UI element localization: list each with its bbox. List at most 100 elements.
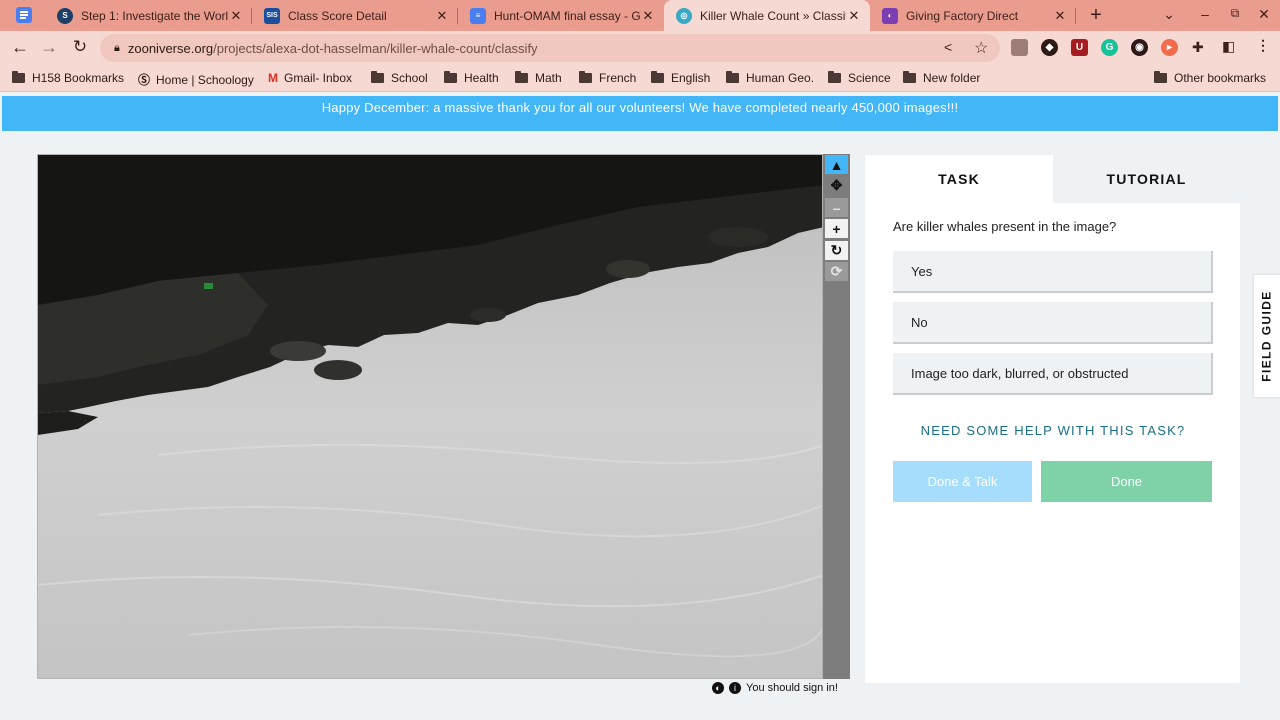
tab-task[interactable]: TASK [865, 155, 1053, 203]
bookmark-item[interactable]: H158 Bookmarks [12, 71, 124, 85]
back-icon[interactable]: ← [9, 37, 31, 59]
bookmark-folder[interactable]: Science [828, 71, 891, 85]
bookmark-folder[interactable]: French [579, 71, 636, 85]
menu-icon[interactable]: ⋮ [1256, 37, 1270, 54]
tab-separator [1075, 8, 1076, 24]
contrast-icon[interactable]: ◐ [712, 682, 724, 694]
done-and-talk-button[interactable]: Done & Talk [893, 461, 1032, 502]
side-panel-icon[interactable]: ◧ [1222, 38, 1235, 55]
close-tab-icon[interactable]: ✕ [1052, 8, 1068, 24]
bookmark-folder[interactable]: English [651, 71, 710, 85]
url-host: zooniverse.org [127, 40, 214, 56]
apps-icon [12, 71, 25, 83]
bookmark-item[interactable]: M Gmail- Inbox [268, 71, 352, 85]
star-icon[interactable]: ☆ [974, 38, 988, 58]
subject-image-viewer[interactable] [37, 154, 823, 679]
bookmark-label: Home | Schoology [156, 72, 254, 87]
tab-title: Giving Factory Direct [906, 8, 1019, 23]
folder-icon [651, 71, 664, 83]
zoom-out-icon[interactable]: – [825, 198, 848, 217]
browser-tab[interactable]: SIS Class Score Detail ✕ [252, 0, 458, 31]
tab-title: Class Score Detail [288, 8, 387, 23]
extension-icon[interactable]: ◉ [1131, 39, 1148, 56]
browser-toolbar: ← → ↻ 🔒︎ zooniverse.org/projects/alexa-d… [0, 31, 1280, 65]
folder-icon [444, 71, 457, 83]
tab-search-icon[interactable]: ⌄ [1160, 6, 1178, 23]
browser-tab[interactable]: ≡ Hunt-OMAM final essay - Goo ✕ [458, 0, 664, 31]
reload-icon[interactable]: ↻ [69, 37, 91, 59]
folder-icon [726, 71, 739, 83]
answer-no-button[interactable]: No [893, 302, 1213, 344]
bookmark-label: English [671, 71, 711, 85]
close-tab-icon[interactable]: ✕ [640, 8, 656, 24]
folder-icon [579, 71, 592, 83]
tab-title: Hunt-OMAM final essay - Goo [494, 8, 640, 23]
gmail-icon: M [268, 71, 278, 85]
docs-app-icon[interactable] [16, 7, 32, 23]
giving-icon: ◐ [882, 7, 898, 24]
other-bookmarks[interactable]: Other bookmarks [1154, 71, 1266, 85]
address-bar[interactable]: 🔒︎ zooniverse.org/projects/alexa-dot-has… [100, 34, 1000, 62]
bookmark-folder[interactable]: School [371, 71, 428, 85]
bookmark-label: Human Geo. [746, 71, 815, 85]
bookmark-folder[interactable]: Math [515, 71, 562, 85]
task-panel: TASK TUTORIAL Are killer whales present … [865, 155, 1240, 683]
grammarly-icon[interactable]: G [1101, 39, 1118, 56]
folder-icon [903, 71, 916, 83]
announcement-banner: Happy December: a massive thank you for … [2, 96, 1278, 131]
close-tab-icon[interactable]: ✕ [228, 8, 244, 24]
schoology-icon: Ⓢ [138, 73, 151, 87]
lock-icon: 🔒︎ [114, 41, 120, 54]
zooniverse-icon: ◎ [676, 7, 692, 24]
extension-icon[interactable]: ▸ [1161, 39, 1178, 56]
url-path: /projects/alexa-dot-hasselman/killer-wha… [213, 40, 538, 56]
extension-icon[interactable]: ◆ [1041, 39, 1058, 56]
bookmark-label: Health [464, 71, 499, 85]
answer-obstructed-button[interactable]: Image too dark, blurred, or obstructed [893, 353, 1213, 395]
extension-icon[interactable]: U [1071, 39, 1088, 56]
task-question: Are killer whales present in the image? [893, 219, 1117, 234]
rotate-icon[interactable]: ↻ [825, 241, 848, 260]
sign-in-notice: ◐ i You should sign in! [712, 682, 838, 694]
new-tab-button[interactable]: + [1084, 4, 1108, 28]
bookmark-item[interactable]: Ⓢ Home | Schoology [138, 71, 254, 88]
browser-tab-active[interactable]: ◎ Killer Whale Count » Classify ✕ [664, 0, 870, 31]
bookmark-label: Math [535, 71, 562, 85]
bookmark-label: Other bookmarks [1174, 71, 1267, 85]
task-help-link[interactable]: NEED SOME HELP WITH THIS TASK? [893, 423, 1213, 438]
share-icon[interactable]: < [944, 39, 952, 55]
field-guide-tab[interactable]: FIELD GUIDE [1254, 275, 1280, 397]
done-button[interactable]: Done [1041, 461, 1212, 502]
folder-icon [1154, 71, 1167, 83]
tab-tutorial[interactable]: TUTORIAL [1053, 155, 1240, 203]
sign-in-text: You should sign in! [746, 682, 838, 694]
browser-tab[interactable]: S Step 1: Investigate the World ✕ [45, 0, 252, 31]
bookmark-folder[interactable]: New folder [903, 71, 980, 85]
docs-icon: ≡ [470, 7, 486, 24]
extensions-puzzle-icon[interactable]: ✚ [1192, 39, 1204, 56]
move-tool-icon[interactable]: ✥ [825, 176, 848, 195]
close-tab-icon[interactable]: ✕ [846, 8, 862, 24]
bookmarks-bar: H158 Bookmarks Ⓢ Home | Schoology M Gmail-… [0, 65, 1280, 92]
forward-icon[interactable]: → [38, 37, 60, 59]
viewer-toolbar: ▲ ✥ – + ↻ ⟳ [823, 154, 850, 679]
bookmark-folder[interactable]: Health [444, 71, 499, 85]
info-icon[interactable]: i [729, 682, 741, 694]
tab-title: Killer Whale Count » Classify [700, 8, 846, 23]
close-window-icon[interactable]: ✕ [1255, 6, 1273, 23]
restore-icon[interactable]: ⧉ [1226, 6, 1244, 21]
pointer-tool-icon[interactable]: ▲ [825, 155, 848, 174]
extension-icon[interactable] [1011, 39, 1028, 56]
minimize-icon[interactable]: – [1196, 6, 1214, 22]
reset-icon[interactable]: ⟳ [825, 262, 848, 281]
sis-icon: SIS [264, 7, 280, 24]
subject-image [38, 155, 822, 678]
answer-yes-button[interactable]: Yes [893, 251, 1213, 293]
folder-icon [515, 71, 528, 83]
zoom-in-icon[interactable]: + [825, 219, 848, 238]
browser-tab[interactable]: ◐ Giving Factory Direct ✕ [870, 0, 1076, 31]
field-guide-label: FIELD GUIDE [1260, 290, 1274, 382]
folder-icon [371, 71, 384, 83]
close-tab-icon[interactable]: ✕ [434, 8, 450, 24]
bookmark-folder[interactable]: Human Geo. [726, 71, 814, 85]
